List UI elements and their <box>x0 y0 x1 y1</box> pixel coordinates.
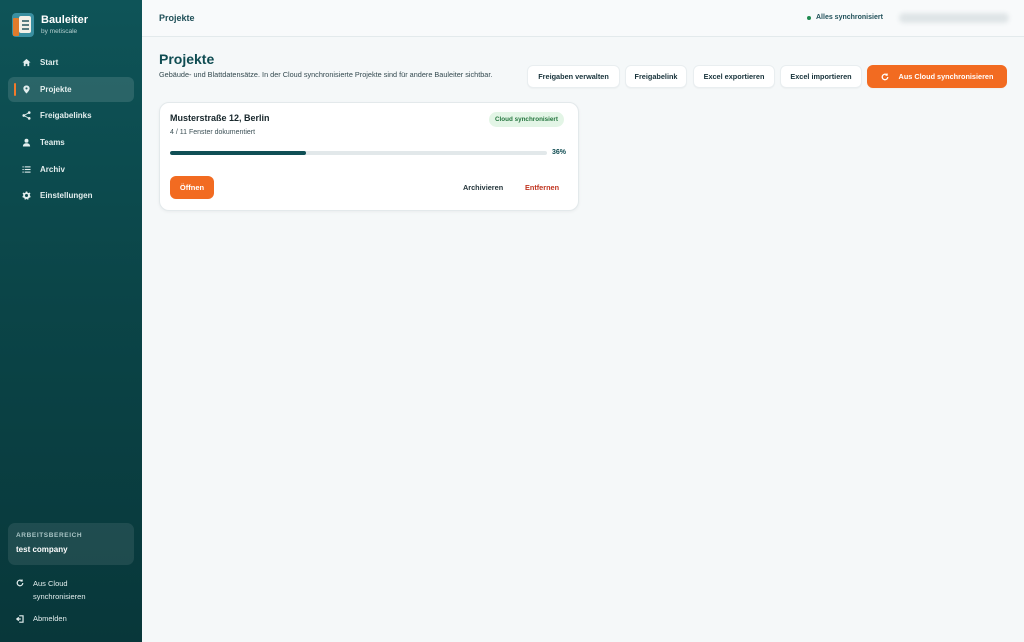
cloud-sync-label: Aus Cloud synchronisieren <box>898 72 994 81</box>
logout-label: Abmelden <box>33 614 67 623</box>
refresh-icon <box>881 72 888 80</box>
workspace-label: ARBEITSBEREICH <box>16 532 83 539</box>
progress-bar <box>170 151 547 155</box>
user-email-blurred[interactable] <box>899 13 1009 23</box>
excel-import-button[interactable]: Excel importieren <box>780 65 862 88</box>
app-logo-icon <box>12 13 34 37</box>
status-dot-icon <box>807 15 811 20</box>
project-card: Musterstraße 12, Berlin 4 / 11 Fenster d… <box>159 102 579 211</box>
sidebar-footer: Aus Cloud synchronisieren Abmelden <box>16 577 136 625</box>
sidebar: Bauleiter by metiscale Start Projekte Fr… <box>0 0 142 642</box>
remove-button[interactable]: Entfernen <box>525 183 559 192</box>
project-progress-text: 4 / 11 Fenster dokumentiert <box>170 129 256 136</box>
topbar: Projekte Alles synchronisiert <box>142 0 1024 37</box>
progress-bar-fill <box>170 151 306 155</box>
gear-icon <box>22 191 31 200</box>
sidebar-item-label: Projekte <box>40 84 72 94</box>
sidebar-item-label: Einstellungen <box>40 191 93 201</box>
app-subtitle: by metiscale <box>41 28 78 35</box>
share-link-button[interactable]: Freigabelink <box>625 65 687 88</box>
status-badge: Cloud synchronisiert <box>489 112 564 127</box>
project-title: Musterstraße 12, Berlin <box>170 113 270 123</box>
sidebar-sync-label: Aus Cloud synchronisieren <box>33 579 86 601</box>
open-project-button[interactable]: Öffnen <box>170 176 214 199</box>
excel-export-button[interactable]: Excel exportieren <box>693 65 775 88</box>
page-description: Gebäude- und Blattdatensätze. In der Clo… <box>159 70 493 79</box>
sidebar-item-projekte[interactable]: Projekte <box>8 76 134 102</box>
sidebar-item-archiv[interactable]: Archiv <box>8 157 134 182</box>
home-icon <box>22 58 31 67</box>
breadcrumb: Projekte <box>159 13 195 23</box>
sidebar-item-teams[interactable]: Teams <box>8 130 134 155</box>
page-title: Projekte <box>159 51 215 67</box>
sidebar-item-freigabelinks[interactable]: Freigabelinks <box>8 103 134 128</box>
brand[interactable]: Bauleiter by metiscale <box>12 13 88 37</box>
share-icon <box>22 111 31 121</box>
location-pin-icon <box>23 85 30 94</box>
manage-shares-button[interactable]: Freigaben verwalten <box>527 65 620 88</box>
sidebar-item-label: Archiv <box>40 164 65 174</box>
logout-icon <box>16 615 24 623</box>
workspace-switcher[interactable]: ARBEITSBEREICH test company <box>8 523 134 565</box>
sidebar-item-start[interactable]: Start <box>8 50 134 75</box>
sidebar-item-einstellungen[interactable]: Einstellungen <box>8 183 134 208</box>
archive-button[interactable]: Archivieren <box>463 183 503 192</box>
sidebar-sync-button[interactable]: Aus Cloud synchronisieren <box>16 577 108 603</box>
sidebar-item-label: Start <box>40 58 59 67</box>
user-icon <box>22 138 31 147</box>
sidebar-item-label: Freigabelinks <box>40 111 92 121</box>
sync-status-label: Alles synchronisiert <box>816 14 883 21</box>
refresh-icon <box>16 579 24 587</box>
sync-status: Alles synchronisiert <box>807 14 883 21</box>
progress-percent: 36% <box>552 149 567 156</box>
sidebar-item-label: Teams <box>40 138 65 148</box>
logout-button[interactable]: Abmelden <box>16 613 136 625</box>
list-icon <box>22 166 31 173</box>
workspace-name: test company <box>16 545 68 554</box>
app-name: Bauleiter <box>41 14 89 26</box>
sidebar-nav: Start Projekte Freigabelinks Teams Archi… <box>8 50 134 210</box>
cloud-sync-button[interactable]: Aus Cloud synchronisieren <box>867 65 1007 88</box>
